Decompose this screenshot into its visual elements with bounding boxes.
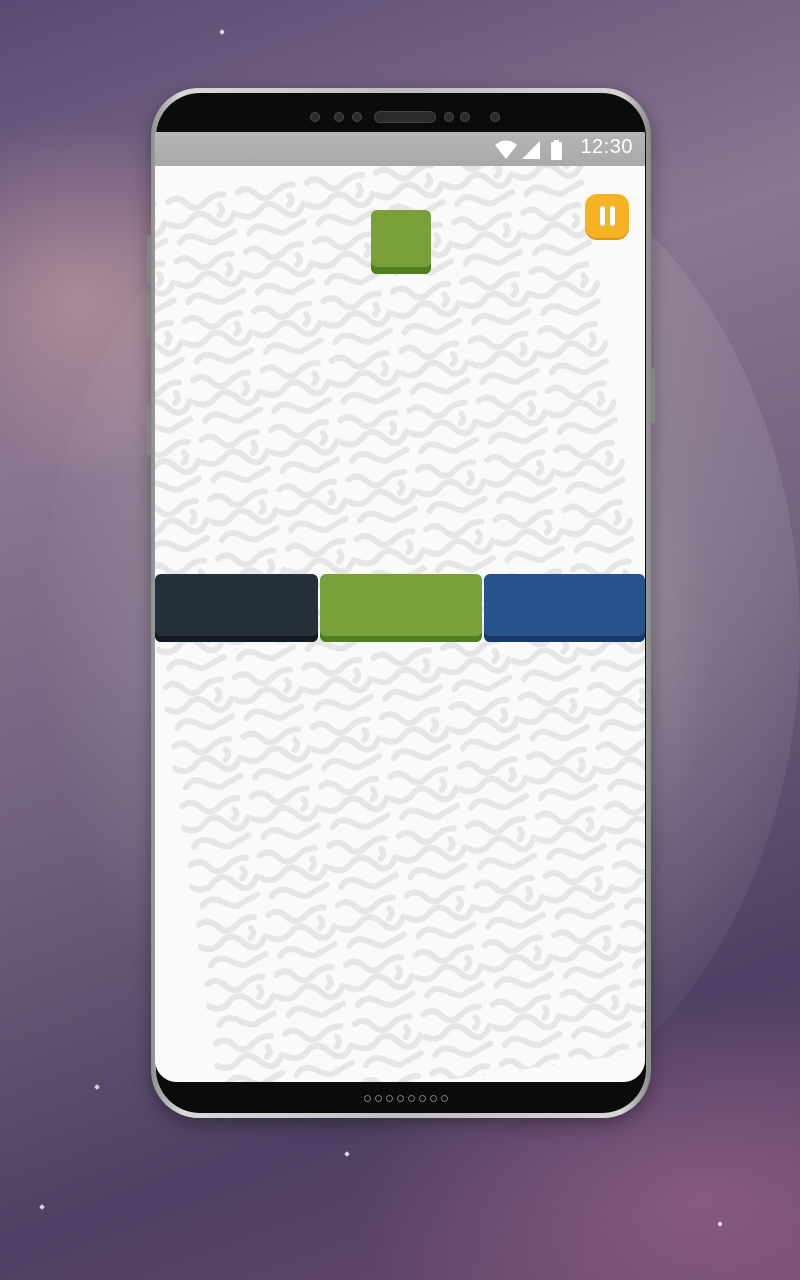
- status-icons-svg: [495, 140, 562, 160]
- front-camera-icon: [490, 112, 500, 122]
- color-bar-dark[interactable]: [155, 574, 318, 642]
- sensor-icon: [444, 112, 454, 122]
- color-bar-green[interactable]: [320, 574, 482, 642]
- earpiece-speaker: [374, 111, 436, 123]
- sensor-icon: [310, 112, 320, 122]
- pause-button[interactable]: [585, 194, 629, 238]
- sparkle: [39, 1204, 45, 1210]
- sparkle: [94, 1084, 100, 1090]
- color-bar-blue[interactable]: [484, 574, 645, 642]
- home-dot: [364, 1095, 371, 1102]
- falling-block: [371, 210, 431, 274]
- home-dot: [386, 1095, 393, 1102]
- sensor-icon: [352, 112, 362, 122]
- status-icons: [495, 139, 565, 161]
- sparkle: [717, 1221, 723, 1227]
- color-bar-row: [155, 574, 645, 642]
- home-dot: [441, 1095, 448, 1102]
- battery-tip: [554, 140, 559, 143]
- cell-signal-icon: [522, 141, 540, 159]
- sensor-icon: [460, 112, 470, 122]
- pause-icon: [609, 206, 615, 226]
- pause-icon: [599, 206, 605, 226]
- home-dot: [408, 1095, 415, 1102]
- power-button: [651, 368, 655, 423]
- home-dot: [375, 1095, 382, 1102]
- status-time: 12:30: [580, 136, 633, 158]
- status-bar: 12:30: [155, 132, 645, 166]
- home-dot: [419, 1095, 426, 1102]
- wifi-icon: [495, 140, 517, 159]
- sparkle: [344, 1151, 350, 1157]
- battery-icon: [551, 142, 562, 160]
- home-dot: [430, 1095, 437, 1102]
- sensor-icon: [334, 112, 344, 122]
- sparkle: [219, 29, 225, 35]
- home-dot: [397, 1095, 404, 1102]
- game-screen: 12:30: [155, 132, 645, 1082]
- home-indicator: [364, 1095, 448, 1102]
